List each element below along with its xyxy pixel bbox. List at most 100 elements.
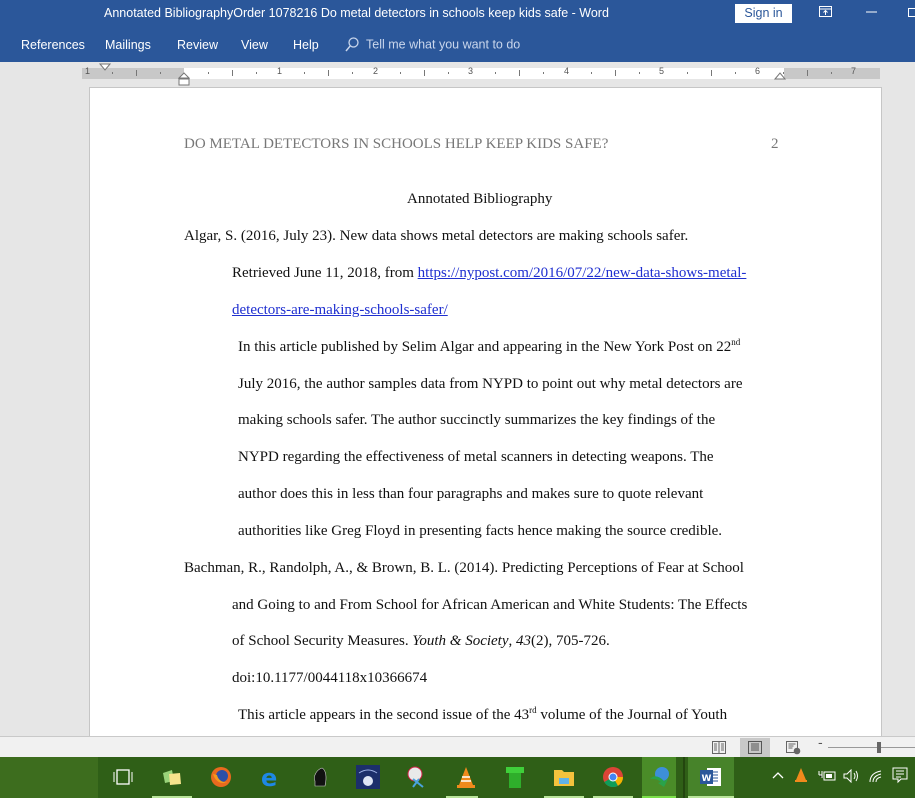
- ruler-label: 1: [85, 66, 91, 76]
- chevron-up-icon: [772, 772, 784, 779]
- action-center-button[interactable]: [892, 767, 908, 788]
- sticky-notes-icon: [163, 770, 181, 785]
- ruler-left-margin: [82, 68, 184, 79]
- chess-button[interactable]: [308, 765, 332, 789]
- wifi-status[interactable]: [868, 769, 884, 787]
- annotation-line: authorities like Greg Floyd in presentin…: [238, 523, 723, 539]
- ribbon-display-icon: [818, 6, 832, 17]
- print-layout-button[interactable]: [740, 738, 770, 757]
- annotation-line: July 2016, the author samples data from …: [238, 376, 743, 392]
- show-hidden-icons-button[interactable]: [772, 769, 784, 784]
- read-mode-button[interactable]: [704, 738, 734, 757]
- restore-icon: [907, 8, 915, 17]
- word-button[interactable]: W: [699, 765, 723, 789]
- green-pipe-icon: [506, 767, 524, 788]
- firefox-icon: [211, 767, 231, 787]
- ruler-right-margin: [784, 68, 880, 79]
- ribbon-display-options-button[interactable]: [814, 4, 836, 24]
- taskbar-separator: [683, 757, 685, 798]
- battery-status[interactable]: [818, 769, 836, 787]
- first-line-indent-marker[interactable]: [99, 63, 111, 73]
- chrome-button[interactable]: [601, 765, 625, 789]
- citation-line: Algar, S. (2016, July 23). New data show…: [184, 228, 689, 244]
- volume-control[interactable]: [843, 768, 861, 787]
- annotation-line: In this article published by Selim Algar…: [238, 337, 741, 356]
- tray-vlc[interactable]: [794, 767, 808, 787]
- right-indent-marker[interactable]: [774, 72, 786, 80]
- citation-line: and Going to and From School for African…: [232, 597, 748, 613]
- ruler-tick: [639, 72, 640, 74]
- zoom-slider[interactable]: -: [816, 736, 915, 755]
- tab-references[interactable]: References: [21, 38, 85, 52]
- snipping-tool-button[interactable]: [405, 765, 429, 789]
- ruler-tick: [399, 72, 401, 74]
- internet-download-manager-button[interactable]: [648, 765, 672, 789]
- tab-view[interactable]: View: [241, 38, 268, 52]
- edge-icon: e: [261, 764, 277, 792]
- ruler-tick: [112, 72, 114, 74]
- stellarium-button[interactable]: [356, 765, 380, 789]
- windows-taskbar: e W: [0, 757, 915, 798]
- journal-title: Youth & Society: [412, 633, 509, 649]
- ruler-tick: [351, 72, 353, 74]
- task-view-button[interactable]: [111, 765, 135, 789]
- sign-in-button[interactable]: Sign in: [735, 4, 792, 23]
- ruler-tick: [830, 72, 832, 74]
- page-number: 2: [771, 136, 779, 152]
- ruler-tick: [519, 70, 521, 76]
- chrome-icon: [603, 767, 624, 788]
- taskbar-search-area[interactable]: [0, 757, 98, 798]
- minimize-button[interactable]: [860, 4, 882, 24]
- citation-line: Bachman, R., Randolph, A., & Brown, B. L…: [184, 560, 744, 576]
- zoom-thumb[interactable]: [877, 742, 881, 753]
- ruler-label: 2: [373, 66, 379, 76]
- web-layout-button[interactable]: [778, 738, 808, 757]
- journal-volume: 43: [516, 633, 531, 649]
- document-page[interactable]: DO METAL DETECTORS IN SCHOOLS HELP KEEP …: [89, 87, 882, 749]
- sticky-notes-button[interactable]: [160, 765, 184, 789]
- svg-text:W: W: [702, 774, 712, 784]
- status-bar: -: [0, 736, 915, 757]
- tab-review[interactable]: Review: [177, 38, 218, 52]
- chess-knight-icon: [314, 767, 327, 787]
- task-view-icon: [113, 769, 133, 785]
- horizontal-ruler[interactable]: 1 1 2 3 4 5 6 7: [0, 62, 915, 86]
- vlc-button[interactable]: [454, 765, 478, 789]
- ruler-label: 5: [659, 66, 665, 76]
- idm-icon: [650, 767, 669, 787]
- ruler-label: 1: [277, 66, 283, 76]
- citation-line: of School Security Measures. Youth & Soc…: [232, 633, 610, 649]
- ruler-tick: [734, 72, 736, 74]
- ruler-tick: [160, 72, 161, 74]
- citation-link[interactable]: detectors-are-making-schools-safer/: [232, 302, 448, 318]
- ruler-tick: [591, 72, 593, 74]
- restore-button[interactable]: [902, 4, 915, 24]
- tell-me-placeholder: Tell me what you want to do: [366, 37, 521, 52]
- tell-me-search[interactable]: Tell me what you want to do: [345, 37, 520, 53]
- green-pipe-app-button[interactable]: [503, 765, 527, 789]
- ruler-label: 4: [564, 66, 570, 76]
- ruler-label: 6: [755, 66, 761, 76]
- hanging-indent-marker[interactable]: [178, 72, 190, 86]
- firefox-button[interactable]: [209, 765, 233, 789]
- folder-icon: [554, 770, 574, 786]
- file-explorer-button[interactable]: [552, 765, 576, 789]
- ruler-tick: [303, 72, 305, 74]
- ruler-label: 7: [851, 66, 857, 76]
- print-layout-icon: [748, 741, 762, 754]
- tab-mailings[interactable]: Mailings: [105, 38, 151, 52]
- annotation-line: making schools safer. The author succinc…: [238, 412, 716, 428]
- running-head: DO METAL DETECTORS IN SCHOOLS HELP KEEP …: [184, 136, 609, 152]
- ruler-label: 3: [468, 66, 474, 76]
- search-icon: [345, 37, 359, 53]
- ruler-tick: [710, 70, 712, 76]
- zoom-out-button[interactable]: -: [818, 736, 823, 751]
- citation-link[interactable]: https://nypost.com/2016/07/22/new-data-s…: [418, 265, 747, 281]
- tab-help[interactable]: Help: [293, 38, 319, 52]
- ruler-tick: [231, 70, 233, 76]
- annotation-line: NYPD regarding the effectiveness of meta…: [238, 449, 714, 465]
- ruler-tick: [687, 72, 688, 74]
- web-layout-icon: [785, 741, 800, 755]
- edge-button[interactable]: e: [258, 764, 282, 792]
- annotation-line: This article appears in the second issue…: [238, 705, 728, 724]
